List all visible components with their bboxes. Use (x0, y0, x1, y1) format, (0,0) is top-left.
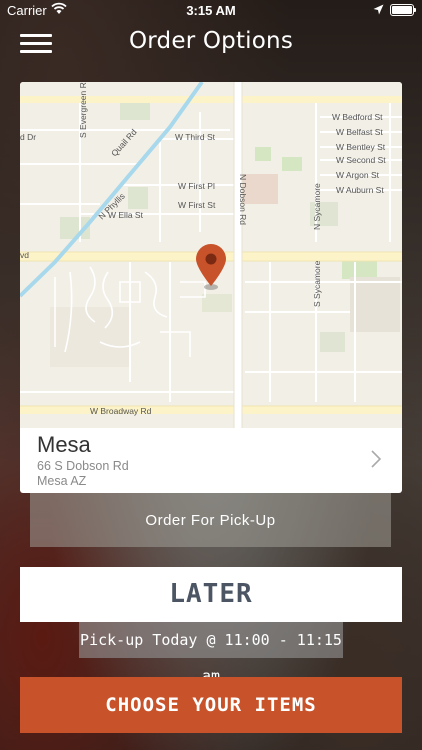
svg-text:W First St: W First St (178, 200, 216, 210)
svg-text:d Dr: d Dr (20, 132, 36, 142)
svg-text:W Second St: W Second St (336, 155, 386, 165)
choose-items-button[interactable]: CHOOSE YOUR ITEMS (20, 677, 402, 733)
svg-text:W Third St: W Third St (175, 132, 216, 142)
order-type-button[interactable]: Order For Pick-Up (30, 493, 391, 547)
svg-text:W Broadway Rd: W Broadway Rd (90, 406, 152, 416)
svg-text:W Belfast St: W Belfast St (336, 127, 383, 137)
pickup-time-label: Pick-up Today @ 11:00 - 11:15 am (79, 622, 343, 685)
svg-text:W First Pl: W First Pl (178, 181, 215, 191)
svg-text:vd: vd (20, 250, 29, 260)
status-time: 3:15 AM (186, 3, 236, 18)
location-arrow-icon (373, 3, 384, 18)
svg-text:S Evergreen Rd: S Evergreen Rd (78, 82, 88, 138)
status-bar: Carrier 3:15 AM (0, 0, 422, 22)
map-pin-icon[interactable] (194, 242, 228, 290)
navigation-bar: Order Options (0, 22, 422, 66)
svg-text:N Sycamore: N Sycamore (312, 183, 322, 230)
store-address-line2: Mesa AZ (37, 474, 87, 488)
svg-text:S Sycamore: S Sycamore (312, 260, 322, 307)
svg-text:Quail Rd: Quail Rd (109, 127, 139, 158)
battery-icon (390, 4, 416, 16)
store-name: Mesa (37, 432, 91, 457)
chevron-right-icon (371, 450, 382, 468)
svg-text:N Dobson Rd: N Dobson Rd (238, 174, 248, 225)
store-address-line1: 66 S Dobson Rd (37, 459, 129, 473)
svg-text:W Auburn St: W Auburn St (336, 185, 384, 195)
svg-text:W Bentley St: W Bentley St (336, 142, 386, 152)
page-title: Order Options (128, 28, 293, 54)
later-button[interactable]: LATER (20, 567, 402, 622)
map-view[interactable]: d Dr S Evergreen Rd Quail Rd N Phyllis W… (20, 82, 402, 428)
svg-text:W Argon St: W Argon St (336, 170, 380, 180)
store-location-row[interactable]: Mesa 66 S Dobson Rd Mesa AZ (20, 428, 402, 493)
location-card: d Dr S Evergreen Rd Quail Rd N Phyllis W… (20, 82, 402, 493)
svg-text:W Ella St: W Ella St (108, 210, 144, 220)
svg-text:W Bedford St: W Bedford St (332, 112, 383, 122)
